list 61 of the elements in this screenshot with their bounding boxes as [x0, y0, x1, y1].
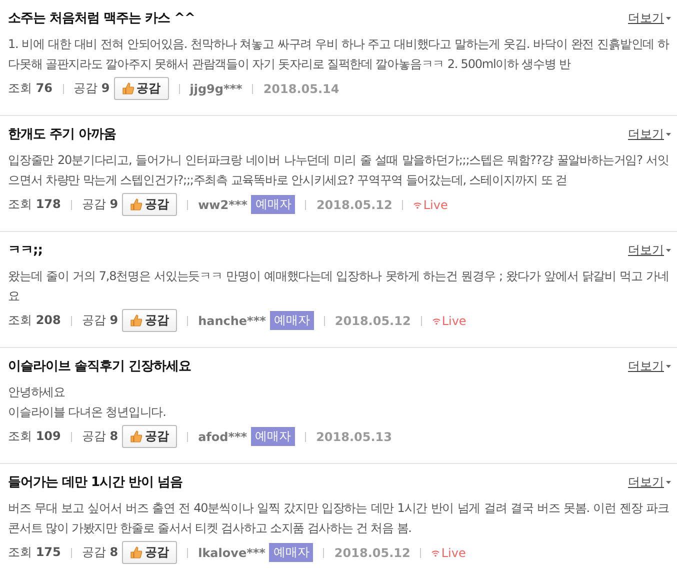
- likes-count: 공감 8: [82, 428, 118, 445]
- buyer-badge: 예매자: [251, 427, 296, 446]
- review-title: ㅋㅋ;;: [8, 242, 42, 259]
- author-name: hanche***: [198, 314, 266, 328]
- more-link[interactable]: 더보기: [628, 358, 671, 374]
- likes-count: 공감 9: [82, 196, 118, 213]
- review-text: 입장줄만 20분기다리고, 들어가니 인터파크랑 네이버 나누던데 미리 줄 설때 말을하던가;;;스텝은 뭐함??걍 꿀알바하는거임? 서잇으면서 차량만 막는게 스텝인건가?;;;주최측 교육똑바로 안시키세요? 꾸역꾸역 들어갔는데, 스테이지까지 또 걷: [8, 152, 669, 189]
- likes-count: 공감 9: [82, 312, 118, 329]
- review-title: 한개도 주기 아까움: [8, 126, 116, 143]
- review-title: 들어가는 데만 1시간 반이 넘음: [8, 474, 183, 491]
- caret-icon: [666, 480, 671, 484]
- author-name: afod***: [198, 430, 248, 444]
- like-button[interactable]: 공감: [114, 77, 169, 100]
- signal-icon: [431, 548, 440, 556]
- views-count: 조회 76: [8, 80, 53, 97]
- like-button[interactable]: 공감: [122, 309, 178, 332]
- review-title: 소주는 처음처럼 맥주는 카스 ^^: [8, 10, 195, 27]
- views-count: 조회 109: [8, 428, 61, 445]
- review-date: 2018.05.14: [263, 82, 340, 96]
- author-name: ww2***: [198, 198, 248, 212]
- thumbs-up-icon: [130, 198, 142, 211]
- review-text: 왔는데 줄이 거의 7,8천명은 서있는듯ㅋㅋ 만명이 예매했다는데 입장하나 못하게 하는건 뭔경우 ; 왔다가 앞에서 닭갈비 먹고 가네요: [8, 268, 669, 305]
- like-button[interactable]: 공감: [122, 425, 178, 448]
- review-text: 이슬라이블 다녀온 청년입니다.: [8, 404, 167, 421]
- review-date: 2018.05.12: [334, 546, 410, 560]
- review-title: 이슬라이브 솔직후기 긴장하세요: [8, 358, 192, 375]
- thumbs-up-icon: [122, 82, 134, 95]
- buyer-badge: 예매자: [270, 311, 314, 330]
- review-date: 2018.05.13: [316, 430, 392, 444]
- more-link[interactable]: 더보기: [628, 10, 671, 26]
- likes-count: 공감 9: [74, 80, 110, 97]
- review-date: 2018.05.12: [334, 314, 411, 328]
- live-label: Live: [441, 546, 466, 560]
- caret-icon: [666, 364, 671, 368]
- review-text: 1. 비에 대한 대비 전혀 안되어있음. 천막하나 쳐놓고 싸구려 우비 하나 주고 대비했다고 말하는게 웃김. 바닥이 완전 진흙밭인데 하다못해 골판지라도 깔아주지 못해서 관람객들이 자기 돗자리로 질퍽한데 깔아놓음ㅋㅋ 2. 500ml이하 생수병 반: [8, 36, 669, 73]
- thumbs-up-icon: [130, 430, 142, 443]
- thumbs-up-icon: [130, 546, 142, 559]
- views-count: 조회 178: [8, 196, 61, 213]
- signal-icon: [432, 316, 441, 324]
- more-link[interactable]: 더보기: [628, 474, 671, 490]
- like-button[interactable]: 공감: [122, 193, 178, 216]
- review-date: 2018.05.12: [316, 198, 392, 212]
- caret-icon: [666, 132, 671, 136]
- more-link[interactable]: 더보기: [628, 126, 671, 142]
- thumbs-up-icon: [130, 314, 142, 327]
- author-name: jjg9g***: [190, 82, 242, 96]
- author-name: lkalove***: [198, 546, 266, 560]
- review-text: 버즈 무대 보고 싶어서 버즈 출연 전 40분씩이나 일찍 갔지만 입장하는 데만 1시간 반이 넘게 걸려 결국 버즈 못봄. 이런 젠장 파크 콘서트 많이 가봤지만 한줄로 줄서서 티켓 검사하고 소지품 검사하는 건 처음 봄.: [8, 500, 669, 537]
- buyer-badge: 예매자: [269, 543, 314, 562]
- signal-icon: [413, 200, 422, 208]
- likes-count: 공감 8: [82, 544, 118, 561]
- live-label: Live: [423, 198, 448, 212]
- more-link[interactable]: 더보기: [628, 242, 671, 258]
- caret-icon: [666, 248, 671, 252]
- like-button[interactable]: 공감: [122, 541, 178, 564]
- buyer-badge: 예매자: [251, 195, 296, 214]
- review-text: 안녕하세요: [8, 384, 66, 401]
- views-count: 조회 208: [8, 312, 61, 329]
- caret-icon: [666, 16, 671, 20]
- views-count: 조회 175: [8, 544, 61, 561]
- live-label: Live: [442, 314, 466, 328]
